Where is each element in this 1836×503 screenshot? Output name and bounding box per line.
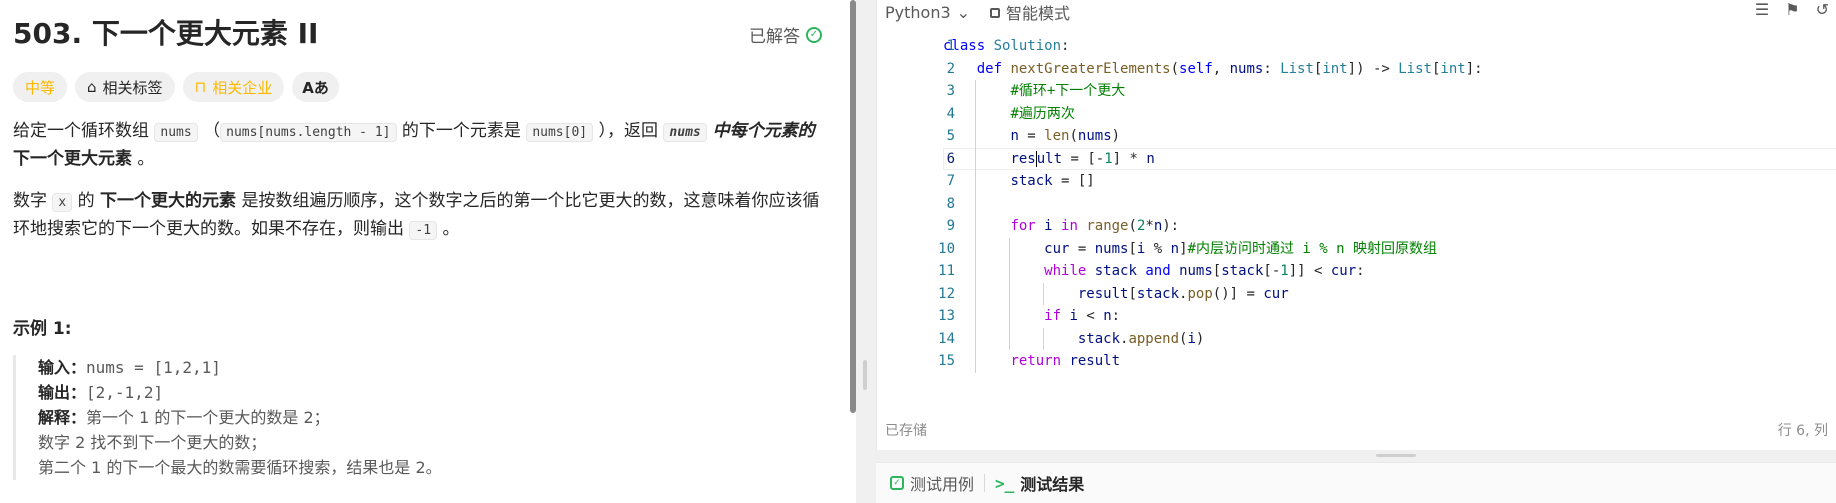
lock-icon bbox=[990, 8, 1001, 18]
example-explanation: 解释：第一个 1 的下一个更大的数是 2； bbox=[38, 405, 823, 430]
inline-code: -1 bbox=[409, 221, 438, 240]
code-line: 2 def nextGreaterElements(self, nums: Li… bbox=[877, 58, 1836, 81]
checkbox-icon: ✓ bbox=[890, 476, 904, 490]
code-line: 5 n = len(nums) bbox=[877, 125, 1836, 148]
tag-row: 中等 ⌂ 相关标签 ⊓ 相关企业 Aあ bbox=[13, 72, 339, 102]
inline-code: nums[0] bbox=[526, 123, 594, 142]
text: 。 bbox=[437, 219, 460, 239]
explain-line-3: 第二个 1 的下一个最大的数需要循环搜索，结果也是 2。 bbox=[38, 458, 442, 477]
example-block: 输入：nums = [1,2,1] 输出：[2,-1,2] 解释：第一个 1 的… bbox=[13, 355, 823, 480]
example-title: 示例 1: bbox=[13, 319, 72, 339]
code-line: 10 cur = nums[i % n]#内层访问时通过 i % n 映射回原数… bbox=[877, 237, 1836, 260]
code-line: 11 while stack and nums[stack[-1]] < cur… bbox=[877, 260, 1836, 283]
text: 给定一个循环数组 bbox=[13, 121, 155, 141]
terminal-icon: >_ bbox=[995, 473, 1015, 493]
code-line: 9 for i in range(2*n): bbox=[877, 215, 1836, 238]
tag-icon: ⌂ bbox=[87, 78, 97, 96]
code-line: 1 class Solution: bbox=[877, 35, 1836, 58]
tab-test-cases[interactable]: ✓ 测试用例 bbox=[890, 471, 974, 495]
tab-test-results-label: 测试结果 bbox=[1020, 475, 1085, 494]
emphasis: 下一个更大的元素 bbox=[100, 191, 237, 211]
text: 。 bbox=[132, 149, 155, 169]
related-tags-button[interactable]: ⌂ 相关标签 bbox=[75, 72, 175, 102]
cursor-position: 行 6, 列 bbox=[1777, 423, 1828, 439]
difficulty-badge[interactable]: 中等 bbox=[13, 72, 68, 102]
description-paragraph-2: 数字 x 的 下一个更大的元素 是按数组遍历顺序，这个数字之后的第一个比它更大的… bbox=[13, 188, 823, 244]
editor-actions: ☰ ⚑ ↺ bbox=[1755, 0, 1829, 19]
related-companies-button[interactable]: ⊓ 相关企业 bbox=[182, 72, 285, 102]
code-line-current: 6 result = [-1] * n bbox=[877, 147, 1836, 170]
code-line: 7 stack = [] bbox=[877, 170, 1836, 193]
inline-code: nums bbox=[663, 123, 707, 142]
app-root: 503. 下一个更大元素 II 已解答 ✓ 中等 ⌂ 相关标签 ⊓ 相关企业 A… bbox=[0, 0, 1836, 503]
title-row: 503. 下一个更大元素 II 已解答 ✓ bbox=[13, 12, 830, 56]
code-line: 15 return result bbox=[877, 350, 1836, 373]
output-label: 输出： bbox=[38, 383, 87, 402]
horizontal-splitter[interactable] bbox=[876, 450, 1836, 462]
chevron-down-icon: ⌄ bbox=[956, 2, 971, 22]
lock-icon: ⊓ bbox=[194, 78, 207, 96]
drag-handle[interactable] bbox=[863, 360, 867, 390]
explain-line: 第一个 1 的下一个更大的数是 2； bbox=[86, 408, 330, 427]
text: 数字 bbox=[13, 191, 53, 211]
translate-button[interactable]: Aあ bbox=[292, 72, 339, 102]
save-status: 已存储 bbox=[885, 423, 927, 439]
inline-code: x bbox=[52, 193, 73, 212]
reset-icon[interactable]: ↺ bbox=[1816, 0, 1829, 19]
format-icon[interactable]: ☰ bbox=[1755, 0, 1769, 19]
bookmark-icon[interactable]: ⚑ bbox=[1785, 0, 1799, 19]
input-value: nums = [1,2,1] bbox=[86, 358, 221, 377]
mode-label: 智能模式 bbox=[1006, 4, 1071, 23]
code-area[interactable]: 1 class Solution: 2 def nextGreaterElemen… bbox=[877, 35, 1836, 373]
problem-description: 给定一个循环数组 nums （nums[nums.length - 1] 的下一… bbox=[13, 118, 823, 260]
code-line: 13 if i < n: bbox=[877, 305, 1836, 328]
related-tags-label: 相关标签 bbox=[102, 78, 163, 97]
smart-mode-toggle[interactable]: 智能模式 bbox=[990, 0, 1070, 24]
emphasis: 下一个更大元素 bbox=[13, 149, 132, 169]
code-line: 12 result[stack.pop()] = cur bbox=[877, 282, 1836, 305]
description-paragraph-1: 给定一个循环数组 nums （nums[nums.length - 1] 的下一… bbox=[13, 118, 823, 172]
check-circle-icon: ✓ bbox=[806, 26, 822, 43]
inline-code: nums bbox=[154, 123, 198, 142]
tab-divider bbox=[984, 474, 986, 492]
drag-handle[interactable] bbox=[1376, 454, 1416, 457]
tab-test-results[interactable]: >_ 测试结果 bbox=[995, 471, 1084, 495]
input-label: 输入： bbox=[38, 358, 87, 377]
inline-code: nums[nums.length - 1] bbox=[220, 123, 397, 142]
explain-label: 解释： bbox=[38, 408, 87, 427]
code-line: 3 #循环+下一个更大 bbox=[877, 80, 1836, 103]
code-line: 14 stack.append(i) bbox=[877, 327, 1836, 350]
output-value: [2,-1,2] bbox=[86, 383, 164, 402]
text: （ bbox=[197, 121, 221, 141]
code-line: 4 #遍历两次 bbox=[877, 102, 1836, 125]
problem-panel: 503. 下一个更大元素 II 已解答 ✓ 中等 ⌂ 相关标签 ⊓ 相关企业 A… bbox=[0, 0, 850, 503]
solved-status: 已解答 ✓ bbox=[749, 22, 822, 47]
editor-toolbar: Python3 ⌄ 智能模式 ☰ ⚑ ↺ bbox=[877, 0, 1836, 24]
language-label: Python3 bbox=[885, 2, 951, 22]
language-select[interactable]: Python3 ⌄ bbox=[885, 3, 970, 22]
text: 的 bbox=[72, 191, 101, 211]
text: 中每个元素的 bbox=[706, 121, 815, 141]
tab-test-cases-label: 测试用例 bbox=[910, 475, 975, 494]
solved-label: 已解答 bbox=[749, 27, 800, 47]
example-output: 输出：[2,-1,2] bbox=[38, 380, 823, 405]
test-panel-tabs: ✓ 测试用例 >_ 测试结果 bbox=[876, 462, 1836, 503]
vertical-splitter[interactable] bbox=[856, 0, 876, 503]
text: ），返回 bbox=[593, 121, 664, 141]
text: 的下一个元素是 bbox=[396, 121, 527, 141]
translate-icon: Aあ bbox=[302, 78, 329, 97]
code-line: 8 bbox=[877, 192, 1836, 215]
explain-line-2: 数字 2 找不到下一个更大的数； bbox=[38, 433, 267, 452]
related-companies-label: 相关企业 bbox=[212, 78, 273, 97]
problem-title: 503. 下一个更大元素 II bbox=[13, 17, 319, 50]
example-input: 输入：nums = [1,2,1] bbox=[38, 355, 823, 380]
code-editor[interactable]: Python3 ⌄ 智能模式 ☰ ⚑ ↺ 1 class Solution: 2 … bbox=[876, 0, 1836, 450]
